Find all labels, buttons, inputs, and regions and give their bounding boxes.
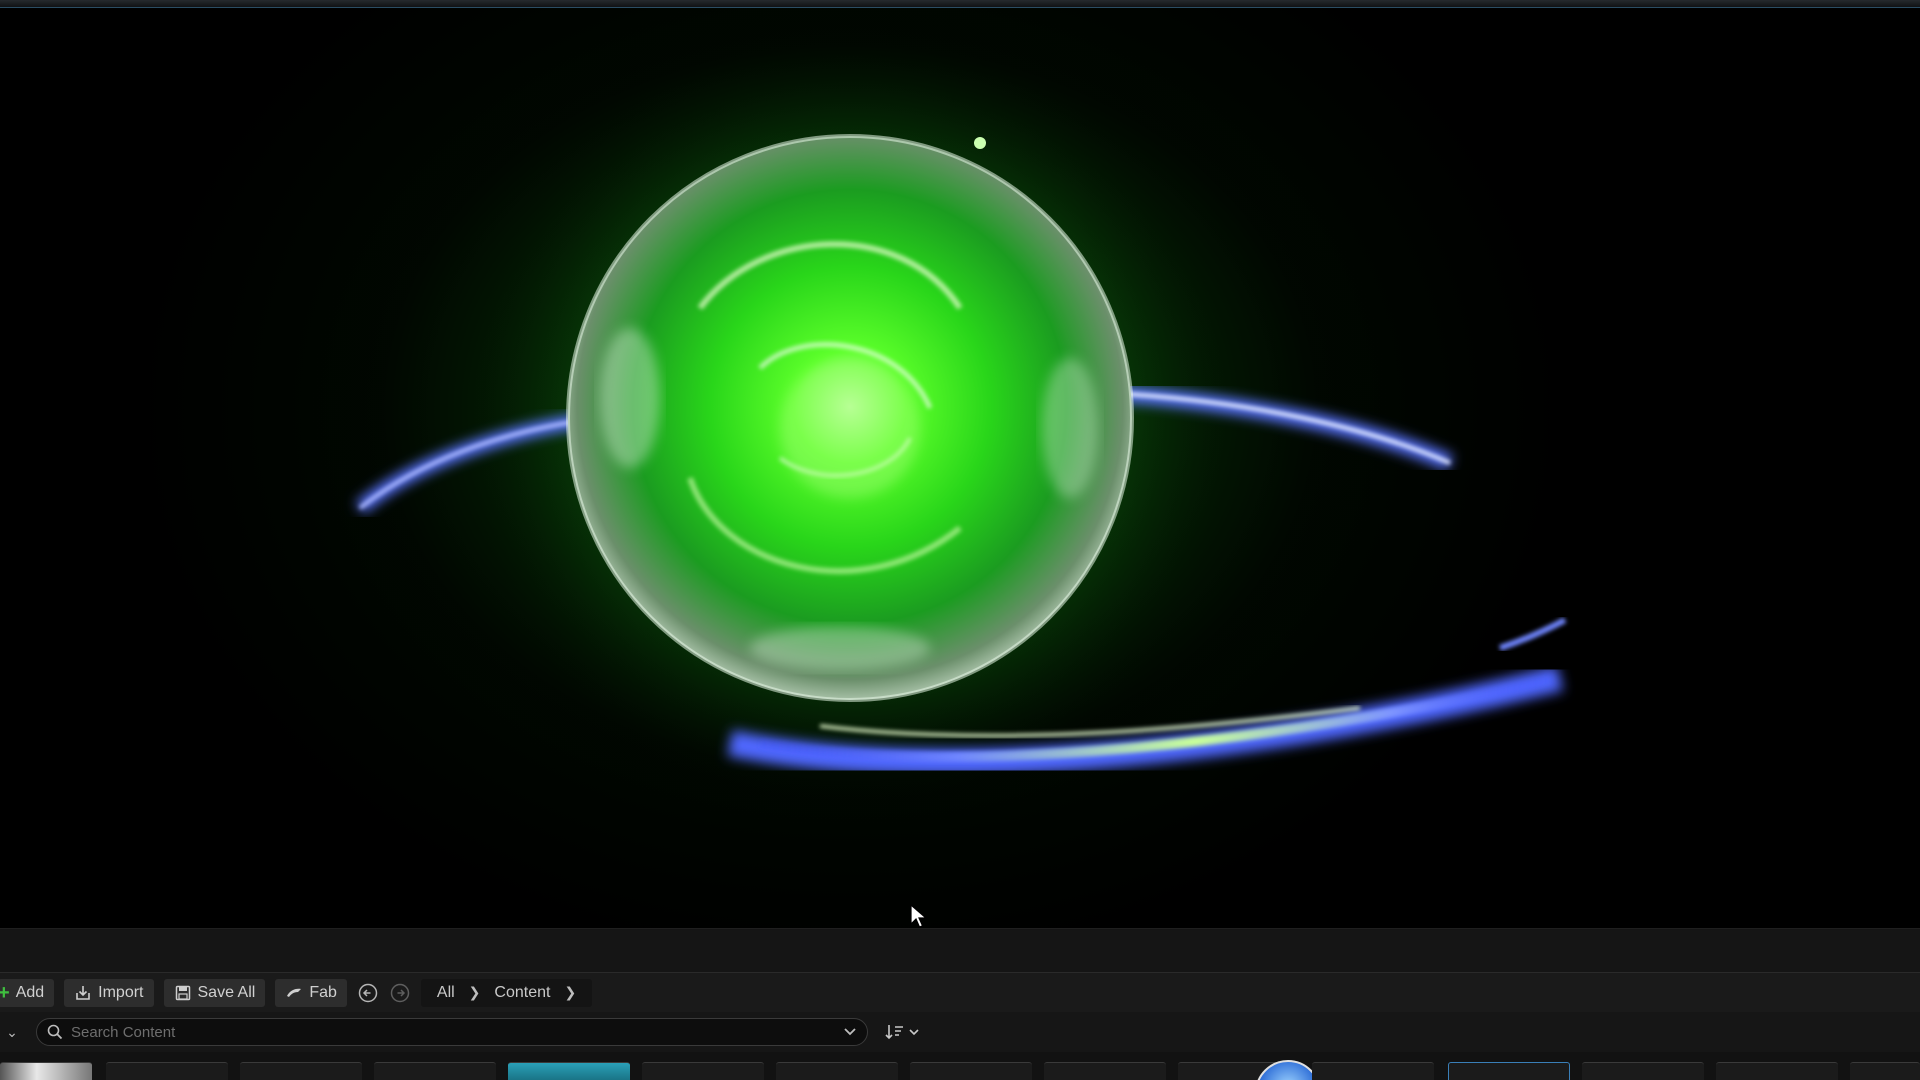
asset-thumbnail[interactable] [106, 1062, 228, 1080]
sort-icon [885, 1025, 903, 1040]
fab-icon [287, 988, 302, 997]
viewport-bottom-panel [0, 928, 1920, 972]
import-button-label: Import [98, 983, 144, 1001]
asset-thumbnail[interactable] [642, 1062, 764, 1080]
fab-button[interactable]: Fab [275, 978, 347, 1007]
add-button[interactable]: + Add [0, 978, 55, 1007]
viewport[interactable] [0, 8, 1920, 928]
forward-button[interactable] [389, 982, 411, 1004]
chevron-right-icon[interactable]: ❯ [564, 984, 576, 1001]
content-browser-toolbar: + Add Import Save All Fab All ❯ Content … [0, 972, 1920, 1012]
plus-icon: + [0, 981, 10, 1004]
breadcrumb: All ❯ Content ❯ [420, 978, 593, 1007]
asset-thumbnail[interactable] [508, 1062, 630, 1080]
energy-orb-render [355, 18, 1567, 818]
search-input[interactable] [71, 1023, 835, 1041]
add-button-label: Add [15, 983, 45, 1001]
asset-thumbnail[interactable] [374, 1062, 496, 1080]
asset-thumbnail[interactable] [1044, 1062, 1166, 1080]
back-button[interactable] [357, 982, 379, 1004]
back-arrow-icon [358, 983, 378, 1002]
asset-thumbnail[interactable] [1312, 1062, 1434, 1080]
chevron-down-icon[interactable]: ⌄ [2, 1024, 22, 1041]
asset-thumbnail[interactable] [240, 1062, 362, 1080]
asset-thumbnail[interactable] [1716, 1062, 1838, 1080]
chevron-right-icon[interactable]: ❯ [469, 984, 481, 1001]
import-icon [76, 985, 90, 1000]
search-box [36, 1018, 868, 1046]
save-all-button[interactable]: Save All [163, 978, 266, 1007]
top-window-strip [0, 0, 1920, 8]
save-all-button-label: Save All [197, 983, 256, 1001]
fab-button-label: Fab [309, 983, 337, 1001]
save-icon [175, 985, 190, 1000]
import-button[interactable]: Import [64, 978, 154, 1007]
chevron-down-icon[interactable] [843, 1027, 857, 1037]
search-icon [47, 1024, 63, 1040]
asset-thumbnail[interactable] [776, 1062, 898, 1080]
chevron-down-icon [909, 1029, 919, 1036]
asset-thumbnail-selected[interactable] [1448, 1062, 1570, 1080]
forward-arrow-icon [390, 983, 410, 1002]
breadcrumb-item-all[interactable]: All [437, 984, 455, 1002]
asset-thumbnail[interactable] [0, 1062, 92, 1080]
asset-thumbnail[interactable] [1582, 1062, 1704, 1080]
asset-thumbnail-strip [0, 1052, 1920, 1080]
breadcrumb-item-content[interactable]: Content [494, 984, 550, 1002]
asset-thumbnail[interactable] [1850, 1062, 1920, 1080]
mouse-cursor-icon [910, 904, 928, 928]
asset-thumbnail[interactable] [910, 1062, 1032, 1080]
sort-button[interactable] [884, 1022, 920, 1042]
content-search-row: ⌄ [0, 1012, 1920, 1052]
